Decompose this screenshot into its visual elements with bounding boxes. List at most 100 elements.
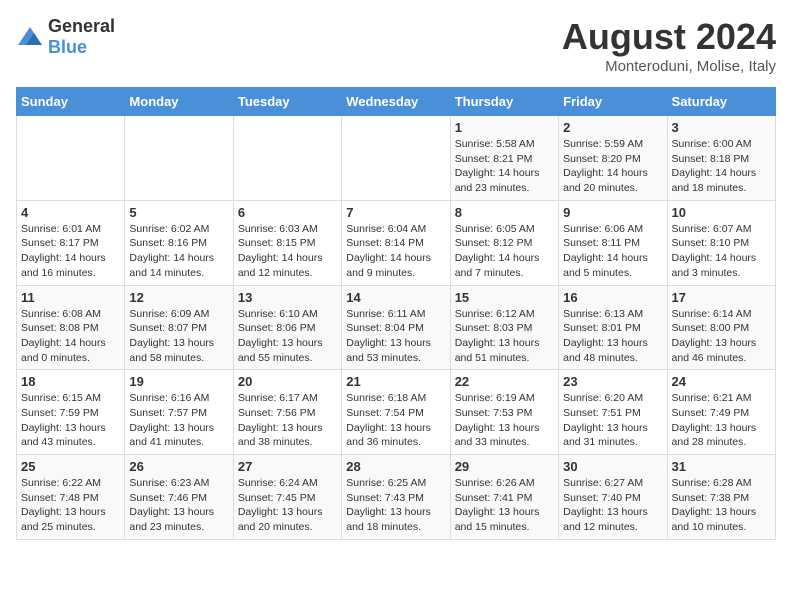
calendar-cell: 24 Sunrise: 6:21 AM Sunset: 7:49 PM Dayli… (667, 370, 775, 455)
calendar-cell: 22 Sunrise: 6:19 AM Sunset: 7:53 PM Dayli… (450, 370, 558, 455)
day-info: Sunrise: 6:00 AM Sunset: 8:18 PM Dayligh… (672, 137, 771, 196)
calendar-cell: 3 Sunrise: 6:00 AM Sunset: 8:18 PM Daylig… (667, 116, 775, 201)
day-number: 8 (455, 205, 554, 220)
day-info: Sunrise: 6:02 AM Sunset: 8:16 PM Dayligh… (129, 222, 228, 281)
day-number: 12 (129, 290, 228, 305)
calendar-cell: 19Sunrise: 6:16 AM Sunset: 7:57 PM Dayli… (125, 370, 233, 455)
day-number: 10 (672, 205, 771, 220)
day-number: 18 (21, 374, 120, 389)
day-info: Sunrise: 6:04 AM Sunset: 8:14 PM Dayligh… (346, 222, 445, 281)
day-number: 24 (672, 374, 771, 389)
calendar-cell: 6 Sunrise: 6:03 AM Sunset: 8:15 PM Daylig… (233, 200, 341, 285)
calendar-cell: 2Sunrise: 5:59 AM Sunset: 8:20 PM Daylig… (559, 116, 667, 201)
calendar-cell: 20 Sunrise: 6:17 AM Sunset: 7:56 PM Dayli… (233, 370, 341, 455)
day-info: Sunrise: 6:26 AM Sunset: 7:41 PM Dayligh… (455, 476, 554, 535)
calendar-cell: 18 Sunrise: 6:15 AM Sunset: 7:59 PM Dayli… (17, 370, 125, 455)
day-info: Sunrise: 6:01 AM Sunset: 8:17 PM Dayligh… (21, 222, 120, 281)
calendar-table: SundayMondayTuesdayWednesdayThursdayFrid… (16, 87, 776, 540)
calendar-cell: 17 Sunrise: 6:14 AM Sunset: 8:00 PM Dayli… (667, 285, 775, 370)
calendar-cell: 7 Sunrise: 6:04 AM Sunset: 8:14 PM Daylig… (342, 200, 450, 285)
calendar-cell: 29 Sunrise: 6:26 AM Sunset: 7:41 PM Dayli… (450, 455, 558, 540)
calendar-week-2: 4 Sunrise: 6:01 AM Sunset: 8:17 PM Daylig… (17, 200, 776, 285)
day-number: 23 (563, 374, 662, 389)
day-header-thursday: Thursday (450, 88, 558, 116)
calendar-cell (233, 116, 341, 201)
day-number: 15 (455, 290, 554, 305)
calendar-cell: 31 Sunrise: 6:28 AM Sunset: 7:38 PM Dayli… (667, 455, 775, 540)
day-info: Sunrise: 6:22 AM Sunset: 7:48 PM Dayligh… (21, 476, 120, 535)
calendar-cell: 9Sunrise: 6:06 AM Sunset: 8:11 PM Daylig… (559, 200, 667, 285)
day-info: Sunrise: 6:03 AM Sunset: 8:15 PM Dayligh… (238, 222, 337, 281)
calendar-week-4: 18 Sunrise: 6:15 AM Sunset: 7:59 PM Dayli… (17, 370, 776, 455)
day-number: 7 (346, 205, 445, 220)
logo-blue: Blue (48, 37, 87, 57)
calendar-cell (125, 116, 233, 201)
calendar-cell: 25 Sunrise: 6:22 AM Sunset: 7:48 PM Dayli… (17, 455, 125, 540)
day-info: Sunrise: 6:06 AM Sunset: 8:11 PM Dayligh… (563, 222, 662, 281)
day-header-saturday: Saturday (667, 88, 775, 116)
calendar-week-5: 25 Sunrise: 6:22 AM Sunset: 7:48 PM Dayli… (17, 455, 776, 540)
day-info: Sunrise: 6:13 AM Sunset: 8:01 PM Dayligh… (563, 307, 662, 366)
day-number: 30 (563, 459, 662, 474)
calendar-week-3: 11 Sunrise: 6:08 AM Sunset: 8:08 PM Dayli… (17, 285, 776, 370)
day-header-tuesday: Tuesday (233, 88, 341, 116)
day-info: Sunrise: 6:28 AM Sunset: 7:38 PM Dayligh… (672, 476, 771, 535)
day-info: Sunrise: 6:05 AM Sunset: 8:12 PM Dayligh… (455, 222, 554, 281)
calendar-cell: 23 Sunrise: 6:20 AM Sunset: 7:51 PM Dayli… (559, 370, 667, 455)
calendar-cell: 4 Sunrise: 6:01 AM Sunset: 8:17 PM Daylig… (17, 200, 125, 285)
location-subtitle: Monteroduni, Molise, Italy (562, 58, 776, 75)
day-number: 4 (21, 205, 120, 220)
day-info: Sunrise: 6:14 AM Sunset: 8:00 PM Dayligh… (672, 307, 771, 366)
day-number: 14 (346, 290, 445, 305)
day-number: 25 (21, 459, 120, 474)
calendar-cell: 16 Sunrise: 6:13 AM Sunset: 8:01 PM Dayli… (559, 285, 667, 370)
day-info: Sunrise: 6:07 AM Sunset: 8:10 PM Dayligh… (672, 222, 771, 281)
day-info: Sunrise: 6:18 AM Sunset: 7:54 PM Dayligh… (346, 391, 445, 450)
calendar-cell: 1Sunrise: 5:58 AM Sunset: 8:21 PM Daylig… (450, 116, 558, 201)
day-number: 22 (455, 374, 554, 389)
day-info: Sunrise: 6:24 AM Sunset: 7:45 PM Dayligh… (238, 476, 337, 535)
day-number: 29 (455, 459, 554, 474)
day-number: 28 (346, 459, 445, 474)
day-info: Sunrise: 6:09 AM Sunset: 8:07 PM Dayligh… (129, 307, 228, 366)
day-number: 3 (672, 120, 771, 135)
calendar-cell (17, 116, 125, 201)
calendar-cell: 30Sunrise: 6:27 AM Sunset: 7:40 PM Dayli… (559, 455, 667, 540)
calendar-cell: 21 Sunrise: 6:18 AM Sunset: 7:54 PM Dayli… (342, 370, 450, 455)
day-number: 6 (238, 205, 337, 220)
day-info: Sunrise: 6:08 AM Sunset: 8:08 PM Dayligh… (21, 307, 120, 366)
logo: General Blue (16, 16, 115, 58)
calendar-cell: 12 Sunrise: 6:09 AM Sunset: 8:07 PM Dayli… (125, 285, 233, 370)
day-info: Sunrise: 6:11 AM Sunset: 8:04 PM Dayligh… (346, 307, 445, 366)
day-number: 31 (672, 459, 771, 474)
header: General Blue August 2024 Monteroduni, Mo… (16, 16, 776, 75)
calendar-cell: 28 Sunrise: 6:25 AM Sunset: 7:43 PM Dayli… (342, 455, 450, 540)
calendar-cell: 13Sunrise: 6:10 AM Sunset: 8:06 PM Dayli… (233, 285, 341, 370)
day-info: Sunrise: 6:15 AM Sunset: 7:59 PM Dayligh… (21, 391, 120, 450)
calendar-cell: 15 Sunrise: 6:12 AM Sunset: 8:03 PM Dayli… (450, 285, 558, 370)
day-header-row: SundayMondayTuesdayWednesdayThursdayFrid… (17, 88, 776, 116)
day-number: 16 (563, 290, 662, 305)
day-header-friday: Friday (559, 88, 667, 116)
day-number: 17 (672, 290, 771, 305)
day-info: Sunrise: 6:17 AM Sunset: 7:56 PM Dayligh… (238, 391, 337, 450)
day-info: Sunrise: 6:21 AM Sunset: 7:49 PM Dayligh… (672, 391, 771, 450)
day-header-monday: Monday (125, 88, 233, 116)
title-area: August 2024 Monteroduni, Molise, Italy (562, 16, 776, 75)
day-number: 20 (238, 374, 337, 389)
month-title: August 2024 (562, 16, 776, 58)
day-info: Sunrise: 6:25 AM Sunset: 7:43 PM Dayligh… (346, 476, 445, 535)
day-info: Sunrise: 6:10 AM Sunset: 8:06 PM Dayligh… (238, 307, 337, 366)
day-info: Sunrise: 6:12 AM Sunset: 8:03 PM Dayligh… (455, 307, 554, 366)
day-info: Sunrise: 6:19 AM Sunset: 7:53 PM Dayligh… (455, 391, 554, 450)
calendar-cell: 8 Sunrise: 6:05 AM Sunset: 8:12 PM Daylig… (450, 200, 558, 285)
day-number: 21 (346, 374, 445, 389)
day-info: Sunrise: 6:23 AM Sunset: 7:46 PM Dayligh… (129, 476, 228, 535)
day-header-sunday: Sunday (17, 88, 125, 116)
day-info: Sunrise: 6:16 AM Sunset: 7:57 PM Dayligh… (129, 391, 228, 450)
day-number: 11 (21, 290, 120, 305)
day-info: Sunrise: 6:20 AM Sunset: 7:51 PM Dayligh… (563, 391, 662, 450)
day-info: Sunrise: 5:59 AM Sunset: 8:20 PM Dayligh… (563, 137, 662, 196)
calendar-cell: 27Sunrise: 6:24 AM Sunset: 7:45 PM Dayli… (233, 455, 341, 540)
calendar-cell: 11 Sunrise: 6:08 AM Sunset: 8:08 PM Dayli… (17, 285, 125, 370)
